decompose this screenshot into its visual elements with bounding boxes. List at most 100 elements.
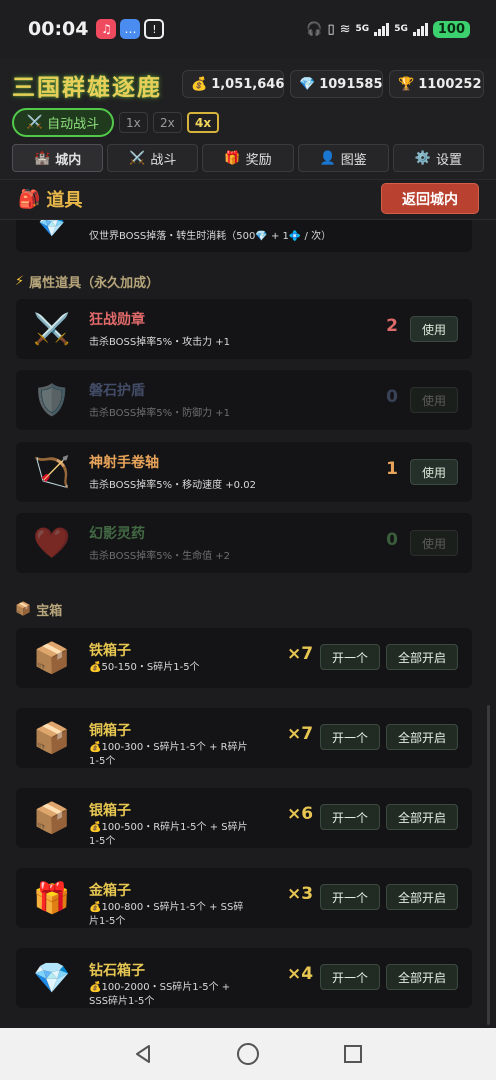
tab-settings-label: 设置 (436, 152, 463, 168)
box-icon: 📦 (15, 602, 32, 617)
item-desc: 击杀BOSS掉率5%・生命值 +2 (89, 551, 231, 562)
open-one-button[interactable]: 开一个 (320, 644, 380, 670)
open-one-button[interactable]: 开一个 (320, 964, 380, 990)
chest-card: 💎 钻石箱子 💰100-2000・SS碎片1-5个 + SSS碎片1-5个 ×4… (16, 948, 472, 1008)
speed-4x-button[interactable]: 4x (187, 112, 220, 133)
chest-card: 🎁 金箱子 💰100-800・S碎片1-5个 + SS碎片1-5个 ×3 开一个… (16, 868, 472, 928)
open-all-button[interactable]: 全部开启 (386, 724, 458, 750)
inventory-title: 🎒 道具 (18, 186, 82, 212)
trophy-value: 1100252 (418, 76, 482, 92)
chest-count: ×6 (287, 804, 314, 824)
chest-card: 📦 银箱子 💰100-500・R碎片1-5个 + S碎片1-5个 ×6 开一个 … (16, 788, 472, 848)
speed-1x-button[interactable]: 1x (119, 112, 148, 133)
box-icon: 📦 (33, 800, 71, 836)
message-app-icon: … (120, 19, 141, 39)
gift-box-icon: 🎁 (33, 880, 71, 916)
tab-rewards[interactable]: 🎁 奖励 (202, 144, 294, 172)
trophy-counter: 🏆 1100252 (389, 70, 484, 98)
attr-item-card: 🛡️ 磐石护盾 击杀BOSS掉率5%・防御力 +1 0 使用 (16, 370, 472, 430)
open-all-button[interactable]: 全部开启 (386, 644, 458, 670)
back-to-city-button[interactable]: 返回城内 (381, 183, 479, 214)
diamond-counter: 💎 1091585 (290, 70, 383, 98)
item-name: 狂战勋章 (89, 312, 145, 328)
speed-2x-button[interactable]: 2x (153, 112, 182, 133)
swords-icon: ⚔️ (26, 115, 44, 130)
attr-section-label: 属性道具（永久加成） (29, 276, 160, 291)
chest-desc: 💰100-300・S碎片1-5个 + R碎片1-5个 (89, 742, 248, 767)
item-desc: 击杀BOSS掉率5%・移动速度 +0.02 (89, 480, 256, 491)
tab-codex-label: 图鉴 (340, 152, 367, 168)
box-icon: 📦 (33, 640, 71, 676)
system-nav-bar (0, 1028, 496, 1080)
heart-icon: ❤️ (33, 525, 71, 561)
diamond-icon: 💎 (38, 220, 66, 239)
tab-settings[interactable]: ⚙️ 设置 (392, 144, 485, 172)
back-nav-icon[interactable] (128, 1039, 158, 1069)
wifi-icon: ≋ (339, 21, 351, 37)
scrollbar[interactable] (487, 705, 490, 1025)
attr-section-title: ⚡ 属性道具（永久加成） (15, 272, 159, 291)
gold-value: 1,051,646 (211, 76, 285, 92)
open-one-button[interactable]: 开一个 (320, 724, 380, 750)
chest-desc: 💰100-2000・SS碎片1-5个 + SSS碎片1-5个 (89, 982, 231, 1007)
box-icon: 📦 (33, 720, 71, 756)
headphones-icon: 🎧 (306, 21, 323, 37)
lightning-icon: ⚡ (15, 274, 25, 289)
item-desc: 击杀BOSS掉率5%・攻击力 +1 (89, 337, 231, 348)
chest-desc: 💰100-500・R碎片1-5个 + S碎片1-5个 (89, 822, 248, 847)
chest-card: 📦 铁箱子 💰50-150・S碎片1-5个 ×7 开一个 全部开启 (16, 628, 472, 688)
signal-bars-2-icon (412, 22, 428, 36)
item-count: 0 (386, 530, 398, 550)
game-app: 三国群雄逐鹿 💰 1,051,646 💎 1091585 🏆 1100252 ⚔… (0, 58, 496, 1028)
money-bag-icon: 💰 (191, 76, 208, 92)
home-nav-icon[interactable] (233, 1039, 263, 1069)
chest-section-label: 宝箱 (36, 604, 63, 619)
tab-battle[interactable]: ⚔️ 战斗 (107, 144, 199, 172)
chest-name: 铜箱子 (89, 723, 131, 739)
auto-battle-button[interactable]: ⚔️ 自动战斗 (12, 108, 114, 137)
gold-counter: 💰 1,051,646 (182, 70, 284, 98)
main-nav: 🏰 城内 ⚔️ 战斗 🎁 奖励 👤 图鉴 ⚙️ 设置 (12, 144, 485, 172)
open-all-button[interactable]: 全部开启 (386, 964, 458, 990)
game-header: 三国群雄逐鹿 💰 1,051,646 💎 1091585 🏆 1100252 ⚔… (0, 58, 496, 180)
attr-item-card: 🏹 神射手卷轴 击杀BOSS掉率5%・移动速度 +0.02 1 使用 (16, 442, 472, 502)
diamond-icon: 💎 (33, 960, 71, 996)
open-all-button[interactable]: 全部开启 (386, 804, 458, 830)
chest-name: 铁箱子 (89, 643, 131, 659)
inventory-scroll[interactable]: 💎 仅世界BOSS掉落・转生时消耗（500💎 + 1💠 / 次） ⚡ 属性道具（… (0, 220, 496, 1028)
chest-desc: 💰100-800・S碎片1-5个 + SS碎片1-5个 (89, 902, 244, 927)
crossed-swords-icon: ⚔️ (33, 311, 71, 347)
tab-codex[interactable]: 👤 图鉴 (297, 144, 389, 172)
bow-icon: 🏹 (33, 454, 71, 490)
inventory-title-label: 道具 (46, 190, 83, 211)
diamond-icon: 💎 (299, 76, 316, 92)
open-one-button[interactable]: 开一个 (320, 884, 380, 910)
item-count: 1 (386, 459, 398, 479)
inventory-header: 🎒 道具 返回城内 (0, 180, 496, 220)
use-button[interactable]: 使用 (410, 316, 458, 342)
chest-card: 📦 铜箱子 💰100-300・S碎片1-5个 + R碎片1-5个 ×7 开一个 … (16, 708, 472, 768)
use-button[interactable]: 使用 (410, 530, 458, 556)
use-button[interactable]: 使用 (410, 459, 458, 485)
use-button[interactable]: 使用 (410, 387, 458, 413)
game-title: 三国群雄逐鹿 (12, 75, 162, 101)
item-count: 0 (386, 387, 398, 407)
auto-battle-label: 自动战斗 (47, 117, 100, 132)
item-name: 磐石护盾 (89, 383, 145, 399)
recents-nav-icon[interactable] (338, 1039, 368, 1069)
tab-battle-label: 战斗 (150, 152, 177, 168)
open-one-button[interactable]: 开一个 (320, 804, 380, 830)
network-type-2: 5G (394, 23, 408, 34)
castle-icon: 🏰 (34, 150, 51, 166)
person-icon: 👤 (319, 150, 336, 166)
chest-section-title: 📦 宝箱 (15, 600, 62, 619)
gift-icon: 🎁 (224, 150, 241, 166)
tab-city[interactable]: 🏰 城内 (12, 144, 104, 172)
battery-indicator: 100 (432, 20, 470, 38)
network-type-1: 5G (355, 23, 370, 34)
item-name: 神射手卷轴 (89, 455, 159, 471)
tab-city-label: 城内 (55, 152, 82, 168)
rebirth-item-card: 💎 仅世界BOSS掉落・转生时消耗（500💎 + 1💠 / 次） (16, 220, 472, 252)
chest-count: ×7 (287, 644, 314, 664)
open-all-button[interactable]: 全部开启 (386, 884, 458, 910)
